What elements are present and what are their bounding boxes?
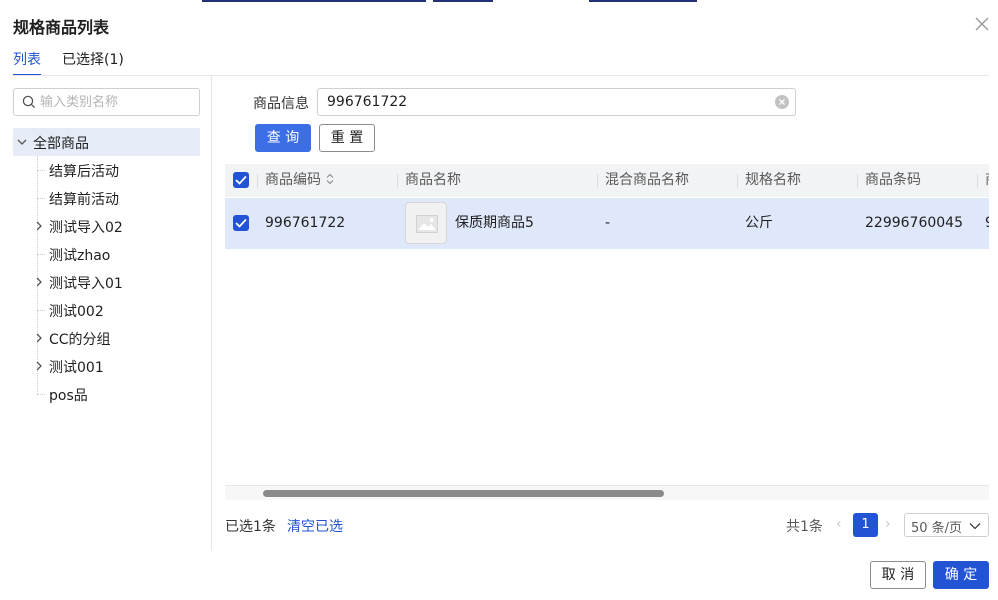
table-header: 商品编码 商品名称 混合商品名称 规格名称 商品条码 商 [225, 164, 989, 197]
column-header-code[interactable]: 商品编码 [265, 164, 334, 197]
tree-node[interactable]: 测试002 [13, 296, 200, 324]
clear-selected-link[interactable]: 清空已选 [287, 516, 343, 536]
tree-node[interactable]: 结算后活动 [13, 156, 200, 184]
tab-bar: 列表 已选择(1) [13, 50, 989, 76]
select-all-checkbox[interactable] [233, 172, 249, 188]
query-button[interactable]: 查 询 [255, 124, 311, 152]
tree-node-label: 测试导入02 [49, 220, 123, 236]
image-placeholder-icon [416, 215, 438, 233]
chevron-right-icon[interactable] [33, 360, 45, 372]
cell-mixed-name: - [605, 215, 611, 231]
column-header-spec-name: 规格名称 [745, 172, 801, 188]
cell-barcode: 22996760045 [865, 215, 963, 231]
tree-node-label: 结算后活动 [49, 164, 119, 180]
table-row[interactable]: 996761722 保质期商品5 - 公斤 22996760045 9 [225, 198, 989, 249]
tree-node-label: 测试导入01 [49, 276, 123, 292]
tree-node-label: CC的分组 [49, 332, 111, 348]
tree-node[interactable]: pos品 [13, 380, 200, 408]
chevron-right-icon[interactable] [33, 332, 45, 344]
cell-name: 保质期商品5 [455, 215, 534, 231]
category-search-input[interactable] [40, 89, 195, 115]
column-header-name: 商品名称 [405, 172, 461, 188]
scrollbar-thumb[interactable] [263, 490, 664, 497]
filter-label: 商品信息 [253, 96, 309, 112]
tree-node[interactable]: 测试导入02 [13, 212, 200, 240]
tab-list[interactable]: 列表 [13, 50, 41, 70]
page-size-value: 50 条/页 [911, 521, 963, 536]
chevron-right-icon[interactable] [33, 276, 45, 288]
cell-code: 996761722 [265, 215, 346, 231]
prev-page-icon[interactable]: ‹ [836, 516, 842, 532]
tree-node-all-products[interactable]: 全部商品 [13, 128, 200, 156]
category-search [13, 88, 200, 116]
tree-node[interactable]: 测试001 [13, 352, 200, 380]
column-header-overflow: 商 [985, 164, 989, 197]
tree-node-label: 全部商品 [33, 136, 89, 152]
sort-icon[interactable] [326, 173, 334, 185]
tab-selected[interactable]: 已选择(1) [62, 50, 124, 70]
clear-input-icon[interactable] [775, 95, 789, 109]
close-icon[interactable] [972, 14, 992, 34]
selected-count: 已选1条 [225, 519, 276, 535]
product-thumbnail [405, 202, 447, 244]
cell-overflow: 9 [985, 198, 989, 249]
tree-node[interactable]: 测试导入01 [13, 268, 200, 296]
tree-node-label: 测试002 [49, 304, 104, 320]
reset-button[interactable]: 重 置 [319, 124, 375, 152]
page-button-current[interactable]: 1 [853, 513, 878, 537]
total-count: 共1条 [786, 519, 823, 535]
column-header-barcode: 商品条码 [865, 172, 921, 188]
search-icon [22, 95, 36, 109]
product-info-input[interactable] [327, 89, 767, 115]
cell-spec-name: 公斤 [745, 215, 773, 231]
product-info-field [317, 88, 796, 116]
category-sidebar: 全部商品 结算后活动 结算前活动 测试导入02 测试zhao 测试导入01 测试… [0, 76, 212, 550]
next-page-icon[interactable]: › [885, 516, 891, 532]
tree-node-label: pos品 [49, 388, 88, 404]
page-size-select[interactable]: 50 条/页 [904, 513, 989, 537]
chevron-right-icon[interactable] [33, 220, 45, 232]
horizontal-scrollbar[interactable] [225, 485, 989, 500]
chevron-down-icon [969, 523, 981, 530]
tree-node-label: 测试001 [49, 360, 104, 376]
tree-node[interactable]: CC的分组 [13, 324, 200, 352]
tree-node[interactable]: 测试zhao [13, 240, 200, 268]
top-strip [0, 0, 998, 2]
dialog-title: 规格商品列表 [13, 18, 110, 37]
chevron-down-icon[interactable] [16, 136, 28, 148]
tree-node[interactable]: 结算前活动 [13, 184, 200, 212]
confirm-button[interactable]: 确 定 [933, 561, 989, 589]
tree-node-label: 测试zhao [49, 248, 111, 264]
row-checkbox[interactable] [233, 215, 249, 231]
tree-node-label: 结算前活动 [49, 192, 119, 208]
cancel-button[interactable]: 取 消 [870, 561, 926, 589]
product-table: 商品编码 商品名称 混合商品名称 规格名称 商品条码 商 996761722 保… [225, 164, 989, 500]
column-header-mixed-name: 混合商品名称 [605, 172, 689, 188]
